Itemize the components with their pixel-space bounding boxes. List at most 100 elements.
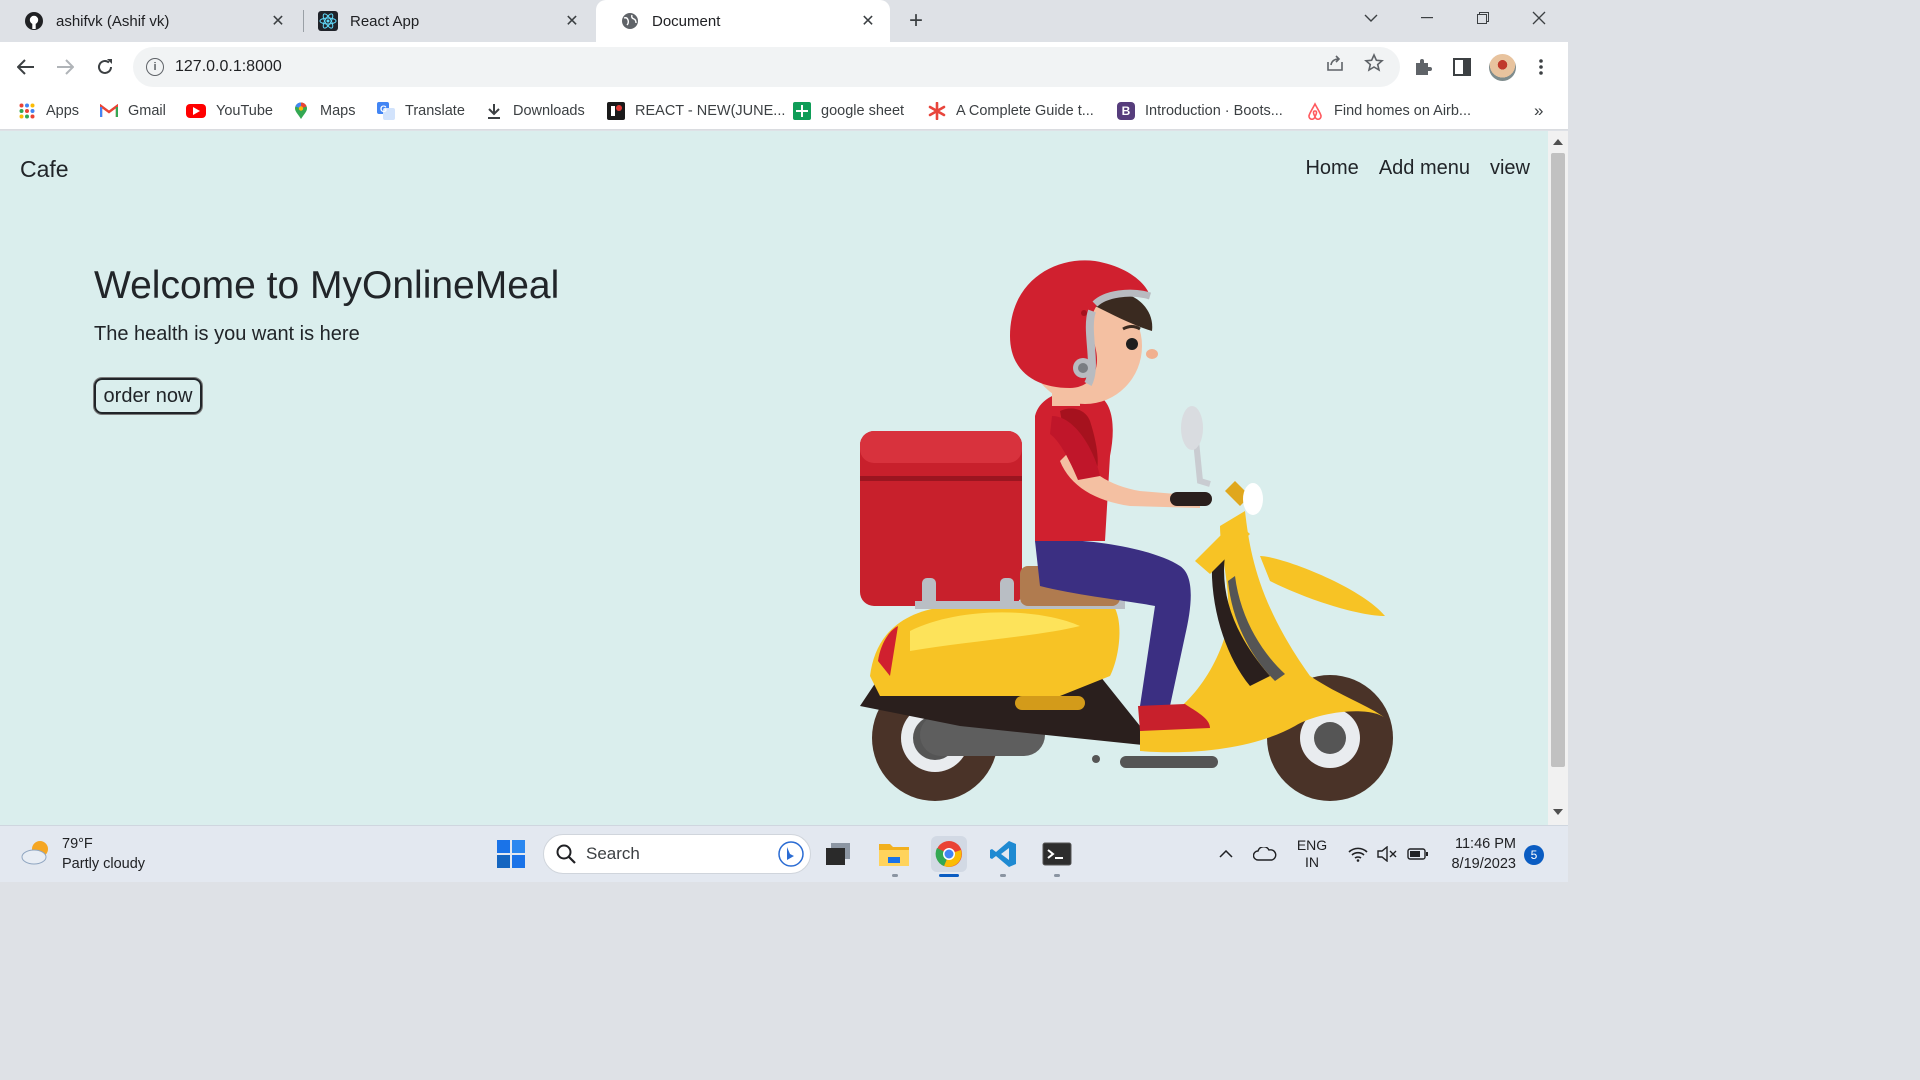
more-menu-icon[interactable] xyxy=(1529,55,1553,79)
start-button[interactable] xyxy=(493,836,529,872)
navbar-brand[interactable]: Cafe xyxy=(20,156,69,183)
windows-taskbar: 79°F Partly cloudy Search ENG IN 11:46 P… xyxy=(0,825,1568,882)
weather-temp: 79°F xyxy=(62,836,93,852)
bootstrap-icon: B xyxy=(1117,102,1135,120)
hero-title: Welcome to MyOnlineMeal xyxy=(94,264,560,307)
github-icon xyxy=(24,11,44,31)
taskbar-clock[interactable]: 11:46 PM 8/19/2023 xyxy=(1440,834,1516,874)
tab-document[interactable]: Document ✕ xyxy=(596,0,890,42)
restore-button[interactable] xyxy=(1455,0,1511,36)
bookmark-bootstrap[interactable]: B Introduction · Boots... xyxy=(1117,100,1283,122)
bookmark-google-sheet[interactable]: google sheet xyxy=(793,100,904,122)
vscode-icon[interactable] xyxy=(985,836,1021,872)
tab-strip: ashifvk (Ashif vk) ✕ React App ✕ Documen… xyxy=(0,0,1568,42)
maps-icon xyxy=(292,102,310,120)
bookmarks-bar: Apps Gmail YouTube Maps G Translate Down… xyxy=(0,92,1568,130)
order-now-button[interactable]: order now xyxy=(94,378,202,414)
bookmark-gmail[interactable]: Gmail xyxy=(100,100,166,122)
bookmark-apps[interactable]: Apps xyxy=(18,100,79,122)
weather-desc: Partly cloudy xyxy=(62,856,146,872)
tab-github[interactable]: ashifvk (Ashif vk) ✕ xyxy=(0,0,300,42)
url-text: 127.0.0.1:8000 xyxy=(175,58,282,75)
partly-cloudy-icon xyxy=(20,837,54,872)
react-icon xyxy=(318,11,338,31)
apps-grid-icon xyxy=(18,102,36,120)
bookmark-downloads[interactable]: Downloads xyxy=(485,100,585,122)
new-tab-button[interactable]: + xyxy=(903,7,929,34)
clock-time: 11:46 PM xyxy=(1455,836,1516,852)
weather-widget[interactable]: 79°F Partly cloudy xyxy=(20,834,145,874)
sheets-icon xyxy=(793,102,811,120)
language-line2: IN xyxy=(1305,854,1319,870)
navbar-links: Home Add menu view xyxy=(1305,157,1530,180)
reload-button[interactable] xyxy=(89,51,121,83)
bookmark-star-icon[interactable] xyxy=(1363,52,1385,74)
onedrive-cloud-icon[interactable] xyxy=(1250,836,1280,872)
close-icon[interactable]: ✕ xyxy=(268,11,288,31)
extensions-icon[interactable] xyxy=(1411,55,1435,79)
notification-badge[interactable]: 5 xyxy=(1524,845,1544,865)
site-info-icon[interactable]: i xyxy=(146,58,164,76)
bookmark-react-new[interactable]: REACT - NEW(JUNE... xyxy=(607,100,785,122)
gmail-icon xyxy=(100,102,118,120)
bookmark-label: A Complete Guide t... xyxy=(956,103,1094,119)
profile-avatar[interactable] xyxy=(1489,54,1516,81)
scroll-up-arrow-icon[interactable] xyxy=(1553,139,1563,145)
airbnb-icon xyxy=(1306,102,1324,120)
search-label: Search xyxy=(586,844,640,863)
back-button[interactable] xyxy=(10,51,42,83)
tab-react-app[interactable]: React App ✕ xyxy=(294,0,594,42)
close-icon[interactable]: ✕ xyxy=(858,11,878,31)
bookmark-label: Translate xyxy=(405,103,465,119)
clock-date: 8/19/2023 xyxy=(1451,856,1516,872)
bookmark-complete-guide[interactable]: A Complete Guide t... xyxy=(928,100,1094,122)
scroll-down-arrow-icon[interactable] xyxy=(1553,809,1563,815)
chrome-taskbar-icon[interactable] xyxy=(931,836,967,872)
share-icon[interactable] xyxy=(1324,52,1346,74)
chevron-up-icon[interactable] xyxy=(1212,836,1240,872)
globe-icon xyxy=(620,11,640,31)
running-indicator xyxy=(1000,874,1006,877)
bookmark-label: google sheet xyxy=(821,103,905,119)
bing-icon[interactable] xyxy=(778,841,804,867)
bookmark-maps[interactable]: Maps xyxy=(292,100,355,122)
scrollbar-thumb[interactable] xyxy=(1551,153,1565,767)
youtube-icon xyxy=(186,104,206,118)
bookmarks-overflow-button[interactable]: » xyxy=(1534,100,1543,122)
tab-title: Document xyxy=(652,12,721,30)
running-indicator xyxy=(892,874,898,877)
bookmark-label: Introduction · Boots... xyxy=(1145,103,1283,119)
page-scrollbar[interactable] xyxy=(1548,131,1568,825)
nav-link-view[interactable]: view xyxy=(1490,157,1530,180)
bookmark-translate[interactable]: G Translate xyxy=(377,100,465,122)
nav-link-home[interactable]: Home xyxy=(1305,157,1358,180)
terminal-icon[interactable] xyxy=(1039,836,1075,872)
minimize-button[interactable] xyxy=(1399,0,1455,36)
hero-subtitle: The health is you want is here xyxy=(94,323,360,345)
running-indicator xyxy=(1054,874,1060,877)
bookmark-label: Find homes on Airb... xyxy=(1334,103,1472,119)
close-icon[interactable]: ✕ xyxy=(562,11,582,31)
taskbar-search[interactable]: Search xyxy=(543,834,811,874)
language-indicator[interactable]: ENG IN xyxy=(1290,836,1334,872)
speaker-muted-icon[interactable] xyxy=(1374,836,1402,872)
tab-title: React App xyxy=(350,12,420,30)
file-explorer-icon[interactable] xyxy=(876,836,912,872)
wifi-icon[interactable] xyxy=(1344,836,1372,872)
tab-search-chevron-icon[interactable] xyxy=(1343,0,1399,36)
language-line1: ENG xyxy=(1296,837,1328,853)
tab-title: ashifvk (Ashif vk) xyxy=(56,12,170,30)
svg-text:G: G xyxy=(380,104,387,114)
bookmark-youtube[interactable]: YouTube xyxy=(186,100,273,122)
side-panel-icon[interactable] xyxy=(1450,55,1474,79)
nav-link-add-menu[interactable]: Add menu xyxy=(1379,157,1470,180)
search-icon xyxy=(556,844,576,864)
battery-icon[interactable] xyxy=(1404,836,1432,872)
forward-button[interactable] xyxy=(49,51,81,83)
close-window-button[interactable] xyxy=(1511,0,1567,36)
address-bar[interactable]: i 127.0.0.1:8000 xyxy=(133,47,1400,87)
bookmark-label: REACT - NEW(JUNE... xyxy=(635,103,786,119)
task-view-icon[interactable] xyxy=(820,836,856,872)
page-viewport: Cafe Home Add menu view Welcome to MyOnl… xyxy=(0,131,1548,825)
bookmark-airbnb[interactable]: Find homes on Airb... xyxy=(1306,100,1471,122)
